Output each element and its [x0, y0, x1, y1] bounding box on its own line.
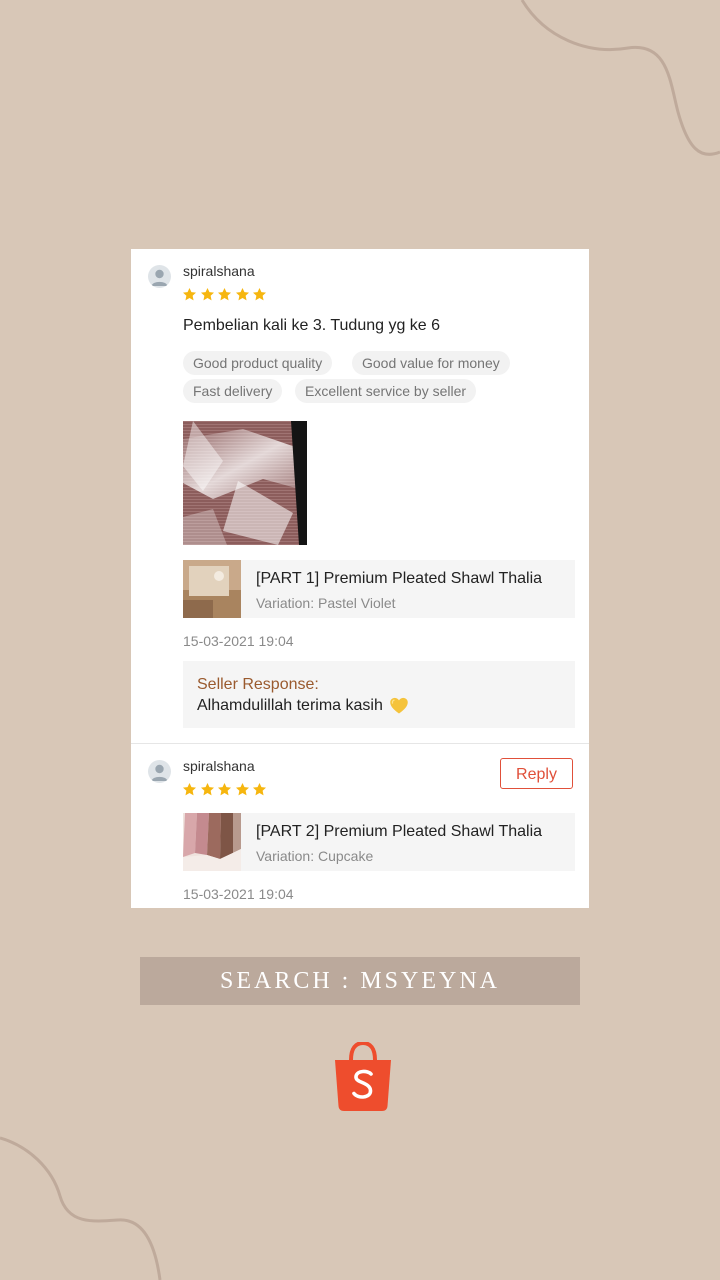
star-icon — [200, 782, 215, 797]
seller-response-text-row: Alhamdulillah terima kasih — [197, 696, 409, 716]
user-avatar-icon[interactable] — [148, 760, 171, 783]
product-name: [PART 2] Premium Pleated Shawl Thalia — [256, 823, 543, 840]
star-rating — [182, 782, 270, 798]
yellow-heart-icon — [389, 696, 409, 716]
review-tag: Good value for money — [352, 351, 510, 375]
review-item: spiralshana Reply [PART 2] Premium Pleat… — [131, 744, 589, 908]
user-avatar-icon[interactable] — [148, 265, 171, 288]
seller-response-text: Alhamdulillah terima kasih — [197, 697, 383, 714]
star-icon — [217, 287, 232, 302]
seller-response-title: Seller Response: — [197, 676, 319, 693]
product-name: [PART 1] Premium Pleated Shawl Thalia — [256, 570, 543, 587]
review-item: spiralshana Pembelian kali ke 3. Tudung … — [131, 249, 589, 743]
search-banner: SEARCH : MSYEYNA — [140, 957, 580, 1005]
reviews-card: spiralshana Pembelian kali ke 3. Tudung … — [131, 249, 589, 908]
star-rating — [182, 287, 270, 303]
review-comment: Pembelian kali ke 3. Tudung yg ke 6 — [183, 317, 441, 334]
reply-button[interactable]: Reply — [500, 758, 573, 789]
star-icon — [182, 782, 197, 797]
star-icon — [235, 287, 250, 302]
seller-response: Seller Response: Alhamdulillah terima ka… — [183, 661, 575, 728]
review-photo[interactable] — [183, 421, 307, 545]
product-variation: Variation: Pastel Violet — [256, 595, 396, 611]
product-variation: Variation: Cupcake — [256, 848, 374, 864]
star-icon — [182, 287, 197, 302]
review-tag: Excellent service by seller — [295, 379, 477, 403]
product-thumbnail — [183, 813, 241, 871]
review-tag: Good product quality — [183, 351, 333, 375]
product-card[interactable]: [PART 2] Premium Pleated Shawl Thalia Va… — [183, 813, 575, 871]
shopee-bag-icon — [332, 1042, 394, 1112]
star-icon — [217, 782, 232, 797]
review-timestamp: 15-03-2021 19:04 — [183, 633, 294, 649]
review-username[interactable]: spiralshana — [183, 758, 255, 774]
product-thumbnail — [183, 560, 241, 618]
star-icon — [200, 287, 215, 302]
product-card[interactable]: [PART 1] Premium Pleated Shawl Thalia Va… — [183, 560, 575, 618]
review-timestamp: 15-03-2021 19:04 — [183, 886, 294, 902]
star-icon — [252, 782, 267, 797]
review-tag: Fast delivery — [183, 379, 283, 403]
star-icon — [252, 287, 267, 302]
review-username[interactable]: spiralshana — [183, 263, 255, 279]
star-icon — [235, 782, 250, 797]
